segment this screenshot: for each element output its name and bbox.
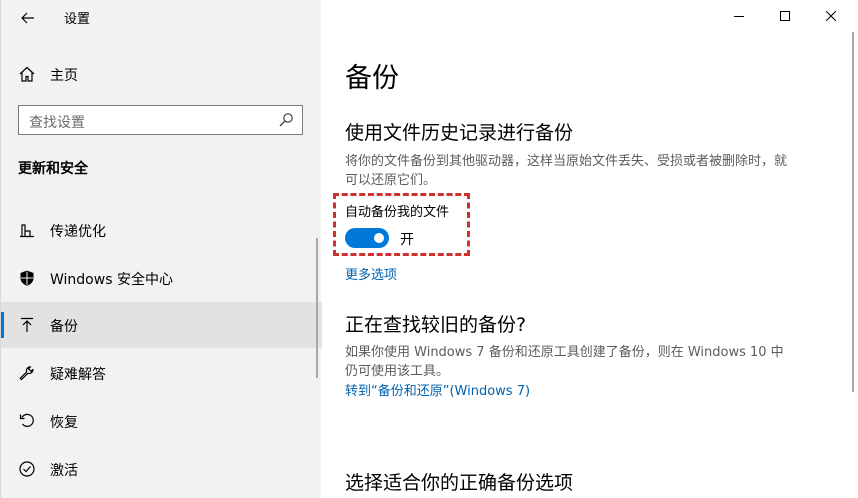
arrow-left-icon [21, 12, 34, 24]
file-history-heading: 使用文件历史记录进行备份 [345, 122, 574, 144]
close-button[interactable] [809, 0, 855, 32]
sidebar-item-backup[interactable]: 备份 [1, 302, 322, 348]
maximize-button[interactable] [763, 0, 809, 32]
sidebar-item-label: 恢复 [50, 415, 78, 431]
sidebar-item-label: 传递优化 [50, 224, 106, 240]
search-placeholder: 查找设置 [29, 115, 85, 131]
selection-indicator [1, 312, 4, 338]
home-icon [19, 66, 35, 82]
delivery-optimization-icon [20, 224, 34, 238]
main-scrollbar[interactable] [852, 32, 854, 392]
sidebar-scrollbar[interactable] [316, 238, 318, 378]
sidebar-item-recovery[interactable]: 恢复 [1, 398, 322, 444]
sidebar-item-activation[interactable]: 激活 [1, 446, 322, 492]
page-title: 备份 [345, 63, 399, 94]
shield-icon [20, 270, 34, 286]
close-icon [826, 11, 836, 21]
more-options-link[interactable]: 更多选项 [345, 264, 397, 283]
search-icon [279, 113, 293, 127]
sidebar-item-delivery-optimization[interactable]: 传递优化 [1, 207, 322, 253]
recovery-icon [19, 413, 34, 427]
sidebar: 设置 主页 查找设置 更新和安全 传递优化 Windows 安全中心 备份 疑难… [0, 0, 322, 498]
search-input[interactable]: 查找设置 [18, 105, 303, 135]
sidebar-item-home[interactable]: 主页 [1, 51, 322, 97]
section-title: 更新和安全 [18, 161, 88, 177]
older-backup-description: 如果你使用 Windows 7 备份和还原工具创建了备份，则在 Windows … [345, 345, 784, 379]
sidebar-item-label: Windows 安全中心 [50, 272, 173, 288]
backup-restore-link[interactable]: 转到“备份和还原”(Windows 7) [345, 380, 530, 399]
sidebar-item-label: 备份 [50, 319, 78, 335]
minimize-icon [734, 16, 744, 17]
sidebar-item-windows-security[interactable]: Windows 安全中心 [1, 255, 322, 301]
sidebar-item-label: 疑难解答 [50, 367, 106, 383]
file-history-description: 将你的文件备份到其他驱动器，这样当原始文件丢失、受损或者被删除时，就可以还原它们… [345, 154, 788, 188]
highlight-annotation [333, 193, 470, 256]
maximize-icon [780, 11, 790, 21]
minimize-button[interactable] [717, 0, 763, 32]
back-button[interactable] [10, 4, 42, 30]
wrench-icon [19, 366, 34, 381]
older-backup-heading: 正在查找较旧的备份? [345, 314, 527, 336]
sidebar-item-label: 激活 [50, 463, 78, 479]
activation-check-icon [19, 461, 35, 477]
sidebar-item-troubleshoot[interactable]: 疑难解答 [1, 350, 322, 396]
sidebar-item-label: 主页 [50, 68, 78, 84]
window-title: 设置 [64, 12, 91, 27]
right-options-heading: 选择适合你的正确备份选项 [345, 472, 574, 494]
backup-arrow-icon [21, 317, 33, 332]
